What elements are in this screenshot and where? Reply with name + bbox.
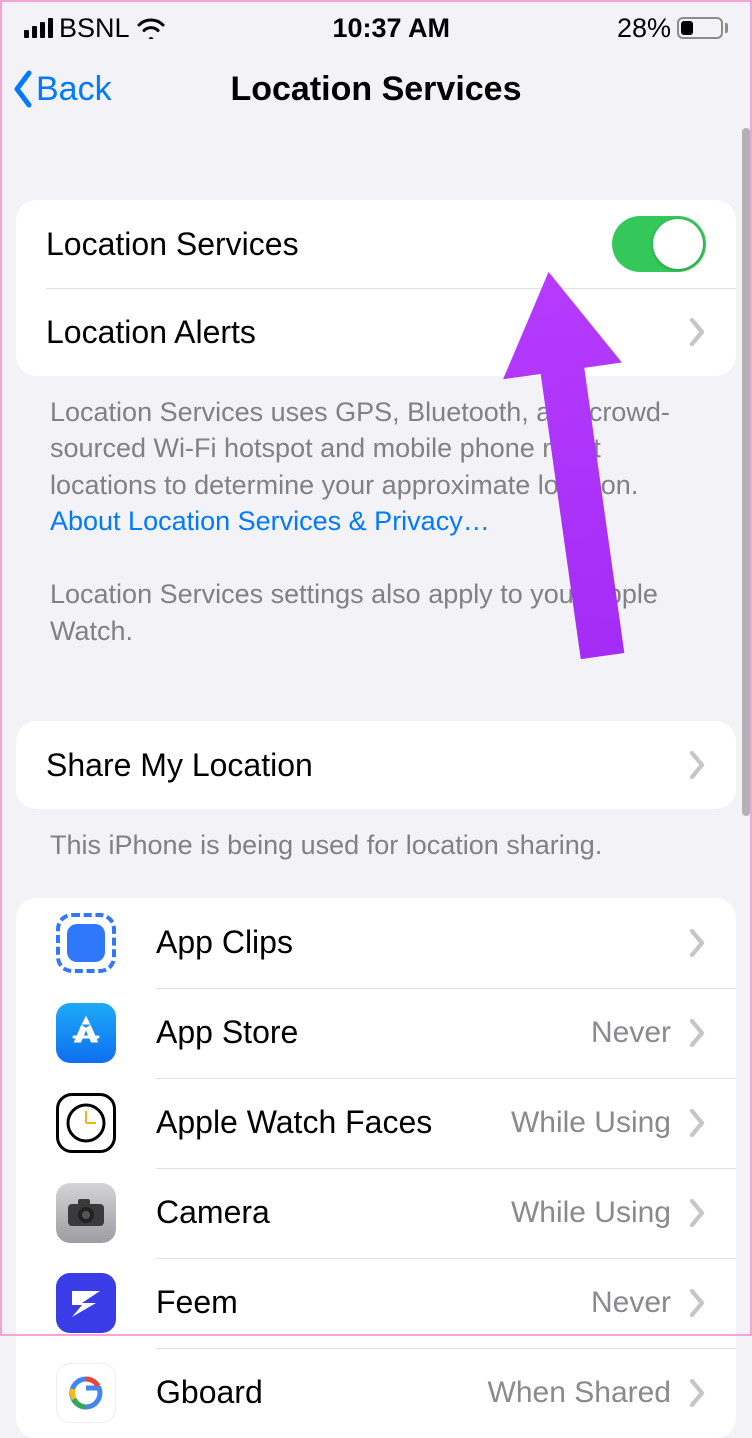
location-alerts-label: Location Alerts [46, 314, 689, 351]
status-bar: BSNL 10:37 AM 28% [0, 0, 752, 50]
battery-icon [677, 17, 728, 39]
app-row-camera[interactable]: CameraWhile Using [16, 1168, 736, 1258]
settings-group-apps: App ClipsApp StoreNeverApple Watch Faces… [16, 898, 736, 1438]
chevron-right-icon [689, 1198, 706, 1228]
location-alerts-cell[interactable]: Location Alerts [16, 288, 736, 376]
app-name-label: App Clips [156, 924, 671, 961]
gboard-icon [16, 1363, 156, 1423]
back-label: Back [36, 70, 112, 109]
app-row-appstore[interactable]: App StoreNever [16, 988, 736, 1078]
cellular-signal-icon [24, 18, 53, 38]
scroll-indicator[interactable] [742, 128, 750, 816]
app-status-label: When Shared [488, 1376, 671, 1410]
chevron-left-icon [12, 70, 34, 108]
back-button[interactable]: Back [12, 70, 112, 109]
share-my-location-label: Share My Location [46, 747, 689, 784]
location-services-toggle[interactable] [612, 216, 706, 272]
footer-text-1: Location Services uses GPS, Bluetooth, a… [16, 376, 736, 675]
carrier-label: BSNL [59, 13, 130, 44]
settings-group-share: Share My Location [16, 721, 736, 809]
share-my-location-cell[interactable]: Share My Location [16, 721, 736, 809]
nav-bar: Back Location Services [0, 50, 752, 128]
location-services-cell[interactable]: Location Services [16, 200, 736, 288]
watch-icon [16, 1093, 156, 1153]
app-row-feem[interactable]: FeemNever [16, 1258, 736, 1348]
chevron-right-icon [689, 750, 706, 780]
about-privacy-link[interactable]: About Location Services & Privacy… [50, 506, 490, 536]
app-status-label: Never [591, 1016, 671, 1050]
chevron-right-icon [689, 317, 706, 347]
app-status-label: Never [591, 1286, 671, 1320]
app-row-watch[interactable]: Apple Watch FacesWhile Using [16, 1078, 736, 1168]
app-row-gboard[interactable]: GboardWhen Shared [16, 1348, 736, 1438]
chevron-right-icon [689, 1018, 706, 1048]
app-name-label: App Store [156, 1014, 591, 1051]
battery-percentage: 28% [617, 13, 671, 44]
app-row-appclips[interactable]: App Clips [16, 898, 736, 988]
camera-icon [16, 1183, 156, 1243]
location-services-label: Location Services [46, 226, 612, 263]
wifi-icon [136, 17, 166, 39]
status-time: 10:37 AM [332, 13, 450, 44]
settings-group-main: Location Services Location Alerts [16, 200, 736, 376]
app-name-label: Apple Watch Faces [156, 1104, 511, 1141]
footer-text-2: This iPhone is being used for location s… [16, 809, 736, 889]
app-status-label: While Using [511, 1196, 671, 1230]
chevron-right-icon [689, 1378, 706, 1408]
app-name-label: Gboard [156, 1374, 488, 1411]
appclips-icon [16, 913, 156, 973]
app-name-label: Feem [156, 1284, 591, 1321]
chevron-right-icon [689, 928, 706, 958]
app-name-label: Camera [156, 1194, 511, 1231]
feem-icon [16, 1273, 156, 1333]
app-status-label: While Using [511, 1106, 671, 1140]
chevron-right-icon [689, 1288, 706, 1318]
page-title: Location Services [0, 70, 752, 109]
appstore-icon [16, 1003, 156, 1063]
chevron-right-icon [689, 1108, 706, 1138]
